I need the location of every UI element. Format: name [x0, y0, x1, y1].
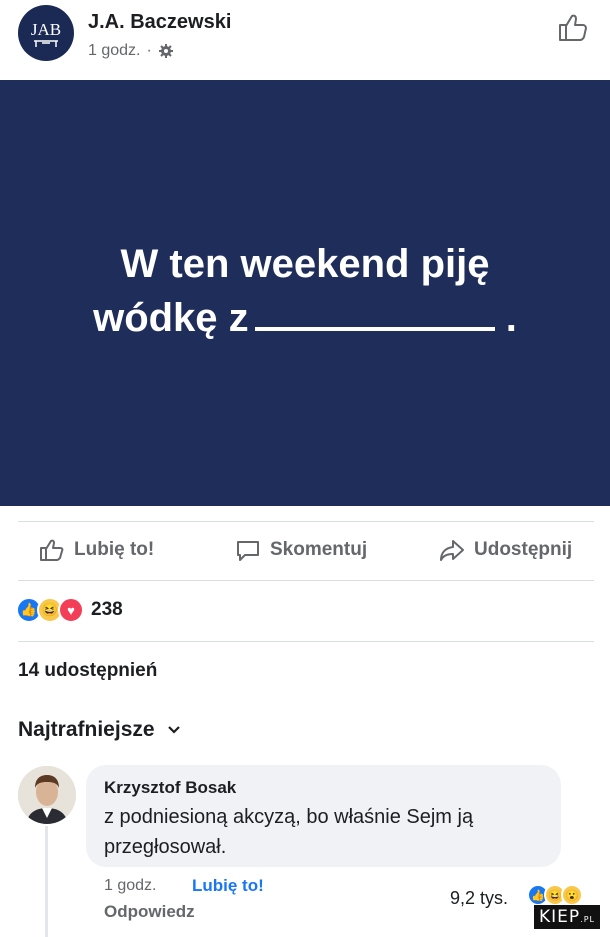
thumbs-up-icon	[559, 14, 587, 41]
comment-text: z podniesioną akcyzą, bo właśnie Sejm ją…	[104, 806, 474, 858]
image-text-line2-start: wódkę z	[93, 296, 249, 340]
comment-author[interactable]: Krzysztof Bosak	[104, 778, 236, 798]
like-button[interactable]: Lubię to!	[38, 536, 154, 564]
share-label: Udostępnij	[474, 539, 573, 560]
chevron-down-icon	[167, 726, 180, 734]
love-icon: ♥	[58, 597, 84, 623]
image-text-line2: wódkę z .	[0, 291, 610, 345]
shares-count[interactable]: 14 udostępnień	[18, 660, 157, 682]
author-name[interactable]: J.A. Baczewski	[88, 11, 231, 34]
divider	[18, 580, 594, 581]
post-meta: 1 godz. ·	[88, 42, 174, 60]
thumbs-up-icon	[40, 539, 64, 561]
comment-time[interactable]: 1 godz.	[104, 877, 156, 895]
sort-label: Najtrafniejsze	[18, 718, 155, 741]
reactions-summary[interactable]: 👍 😆 ♥ 238	[16, 597, 123, 623]
wow-icon: 😮	[561, 884, 583, 906]
comment-reactions[interactable]: 👍 😆 😮	[527, 884, 583, 906]
share-icon	[440, 540, 464, 561]
comment-button[interactable]: Skomentuj	[234, 536, 367, 564]
fill-in-blank	[254, 291, 495, 331]
watermark-suffix: .PL	[580, 915, 595, 924]
svg-text:JAB: JAB	[31, 20, 61, 39]
comment-label: Skomentuj	[270, 539, 368, 560]
page-logo[interactable]: JAB	[18, 5, 74, 61]
like-label: Lubię to!	[74, 539, 155, 560]
comment-reply-button[interactable]: Odpowiedz	[104, 902, 195, 922]
post-time[interactable]: 1 godz.	[88, 42, 140, 60]
post-image-text: W ten weekend piję wódkę z .	[0, 238, 610, 345]
thread-line	[45, 826, 48, 937]
reaction-count: 238	[91, 599, 123, 620]
meta-separator: ·	[146, 42, 152, 59]
comment-reaction-count[interactable]: 9,2 tys.	[450, 888, 508, 909]
page-like-button[interactable]	[554, 9, 590, 45]
avatar-photo	[18, 766, 76, 824]
comment-like-button[interactable]: Lubię to!	[192, 876, 264, 896]
watermark-main: KIEP	[539, 907, 581, 927]
divider	[18, 521, 594, 522]
avatar[interactable]	[18, 766, 76, 824]
logo-icon: JAB	[31, 20, 61, 47]
comment-sort-dropdown[interactable]: Najtrafniejsze	[18, 718, 181, 742]
comment-icon	[237, 541, 259, 561]
divider	[18, 641, 594, 642]
share-button[interactable]: Udostępnij	[438, 536, 572, 564]
image-text-line2-end: .	[505, 296, 517, 340]
watermark-logo: KIEP.PL	[534, 905, 600, 929]
image-text-line1: W ten weekend piję	[120, 242, 490, 286]
gear-icon	[158, 44, 173, 58]
